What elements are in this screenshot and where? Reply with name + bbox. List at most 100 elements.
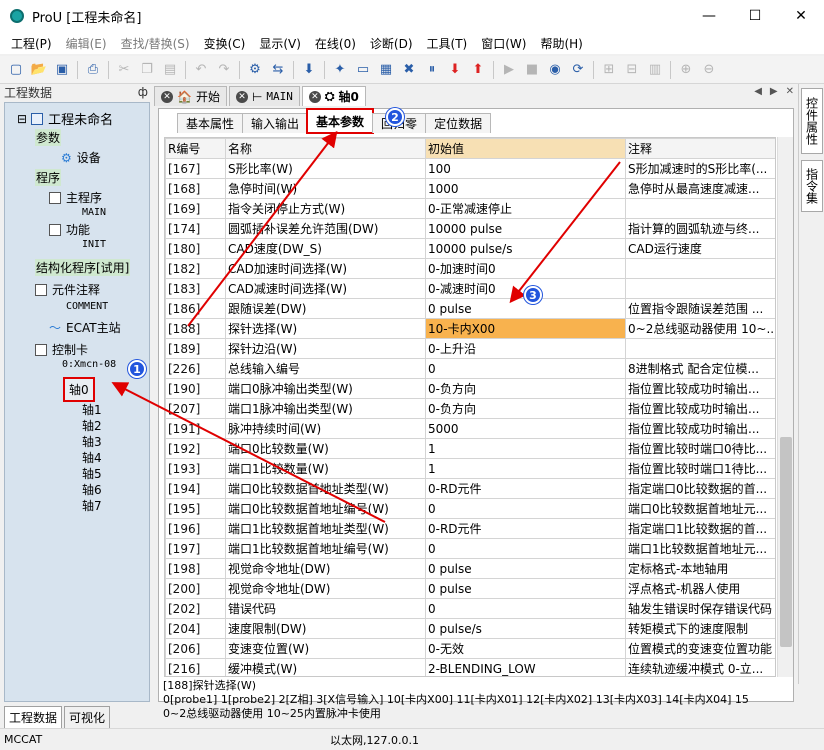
tree-node-function[interactable]: 功能 — [49, 221, 91, 238]
write-plc-icon[interactable]: ⬇ — [445, 60, 465, 80]
table-row[interactable]: [195] 端口0比较数据首地址编号(W) 0 端口0比较数据首地址元... — [165, 498, 775, 519]
tree-node-comments[interactable]: 元件注释 — [35, 281, 101, 298]
menu-diagnose[interactable]: 诊断(D) — [363, 35, 420, 52]
menu-view[interactable]: 显示(V) — [252, 35, 308, 52]
table-row[interactable]: [200] 视觉命令地址(DW) 0 pulse 浮点格式-机器人使用 — [165, 578, 775, 599]
redo-icon[interactable]: ↷ — [214, 60, 234, 80]
doc-tab-start[interactable]: ✕ 🏠 开始 — [154, 86, 227, 106]
tree-node-xmcn[interactable]: 0:Xmcn-08 — [61, 359, 117, 370]
menu-project[interactable]: 工程(P) — [4, 35, 59, 52]
column-header[interactable]: 注释 — [625, 138, 775, 159]
download-icon[interactable]: ⬇ — [299, 60, 319, 80]
tab-project-data[interactable]: 工程数据 — [4, 706, 63, 729]
stop-icon[interactable]: ■ — [522, 60, 542, 80]
ladder-edit-icon[interactable]: ⊟ — [622, 60, 642, 80]
tree-node-main-program[interactable]: 主程序 — [49, 189, 103, 206]
table-row[interactable]: [182] CAD加速时间选择(W) 0-加速时间0 — [165, 258, 775, 279]
scroll-left-icon[interactable]: ◀ — [754, 86, 762, 97]
cell-initial-value[interactable]: 10000 pulse — [425, 218, 626, 239]
menu-help[interactable]: 帮助(H) — [533, 35, 589, 52]
column-header[interactable]: R编号 — [165, 138, 226, 159]
close-button[interactable]: ✕ — [778, 0, 824, 32]
collapse-icon[interactable]: ⊟ — [17, 112, 27, 126]
cell-initial-value[interactable]: 0-RD元件 — [425, 518, 626, 539]
tree-node-params[interactable]: 参数 — [35, 129, 62, 146]
table-row[interactable]: [192] 端口0比较数量(W) 1 指位置比较时端口0待比... — [165, 438, 775, 459]
table-row[interactable]: [204] 速度限制(DW) 0 pulse/s 转矩模式下的速度限制 — [165, 618, 775, 639]
table-row[interactable]: [168] 急停时间(W) 1000 急停时从最高速度减速... — [165, 178, 775, 199]
tree-node-ecat[interactable]: 〜 ECAT主站 — [49, 319, 122, 336]
doc-tab-axis0[interactable]: ✕ ⛭ 轴0 — [301, 86, 366, 106]
table-row[interactable]: [190] 端口0脉冲输出类型(W) 0-负方向 指位置比较成功时输出... — [165, 378, 775, 399]
cell-initial-value[interactable]: 0 — [425, 598, 626, 619]
cell-initial-value[interactable]: 1 — [425, 438, 626, 459]
cell-initial-value[interactable]: 10-卡内X00 — [425, 318, 626, 339]
read-plc-icon[interactable]: ⬆ — [468, 60, 488, 80]
table-row[interactable]: [206] 变速变位置(W) 0-无效 位置模式的变速变位置功能 — [165, 638, 775, 659]
new-file-icon[interactable]: ▢ — [6, 60, 26, 80]
cell-initial-value[interactable]: 0 — [425, 538, 626, 559]
close-icon[interactable]: ✕ — [308, 90, 321, 103]
open-folder-icon[interactable]: 📂 — [29, 60, 49, 80]
ladder-icon[interactable]: ⊞ — [599, 60, 619, 80]
close-icon[interactable]: ✕ — [235, 90, 248, 103]
vertical-scrollbar[interactable] — [777, 137, 793, 677]
table-row[interactable]: [186] 跟随误差(DW) 0 pulse 位置指令跟随误差范围 ... — [165, 298, 775, 319]
table-row[interactable]: [202] 错误代码 0 轴发生错误时保存错误代码 — [165, 598, 775, 619]
tool-icon[interactable]: ✖ — [399, 60, 419, 80]
monitor-icon[interactable]: ◉ — [545, 60, 565, 80]
tree-node-axis6[interactable]: 轴6 — [81, 481, 103, 498]
cell-initial-value[interactable]: 0 pulse — [425, 298, 626, 319]
maximize-button[interactable]: ☐ — [732, 0, 778, 32]
convert-icon[interactable]: ⇆ — [268, 60, 288, 80]
menu-online[interactable]: 在线(0) — [308, 35, 363, 52]
menu-find-replace[interactable]: 查找/替换(S) — [114, 35, 197, 52]
tree-node-axis3[interactable]: 轴3 — [81, 433, 103, 450]
device-icon[interactable]: ⚙ — [245, 60, 265, 80]
pin-icon[interactable]: ф — [138, 85, 148, 99]
window-icon[interactable]: ▭ — [353, 60, 373, 80]
cell-initial-value[interactable]: 0-无效 — [425, 638, 626, 659]
table-row[interactable]: [188] 探针选择(W) 10-卡内X00 0~2总线驱动器使用 10~... — [165, 318, 775, 339]
run-icon[interactable]: ▶ — [499, 60, 519, 80]
cell-initial-value[interactable]: 0 pulse/s — [425, 618, 626, 639]
tab-basic-properties[interactable]: 基本属性 — [177, 113, 244, 133]
cell-initial-value[interactable]: 1 — [425, 458, 626, 479]
table-row[interactable]: [169] 指令关闭停止方式(W) 0-正常减速停止 — [165, 198, 775, 219]
scrollbar-thumb[interactable] — [780, 437, 792, 647]
zoom-in-icon[interactable]: ⊕ — [676, 60, 696, 80]
cell-initial-value[interactable]: 0-上升沿 — [425, 338, 626, 359]
menu-transform[interactable]: 变换(C) — [197, 35, 253, 52]
table-row[interactable]: [191] 脉冲持续时间(W) 5000 指位置比较成功时输出... — [165, 418, 775, 439]
tree-node-device[interactable]: ⚙ 设备 — [61, 149, 102, 166]
undo-icon[interactable]: ↶ — [191, 60, 211, 80]
menu-edit[interactable]: 编辑(E) — [59, 35, 114, 52]
tab-instruction-set[interactable]: 指令集 — [801, 160, 823, 212]
pause-icon[interactable]: ⏸ — [422, 60, 442, 80]
cell-initial-value[interactable]: 0-正常减速停止 — [425, 198, 626, 219]
table-row[interactable]: [194] 端口0比较数据首地址类型(W) 0-RD元件 指定端口0比较数据的首... — [165, 478, 775, 499]
cell-initial-value[interactable]: 0 pulse — [425, 558, 626, 579]
table-row[interactable]: [207] 端口1脉冲输出类型(W) 0-负方向 指位置比较成功时输出... — [165, 398, 775, 419]
menu-tools[interactable]: 工具(T) — [420, 35, 475, 52]
tree-node-axis2[interactable]: 轴2 — [81, 417, 103, 434]
print-icon[interactable]: ⎙ — [83, 60, 103, 80]
scroll-right-icon[interactable]: ▶ — [770, 86, 778, 97]
cell-initial-value[interactable]: 0-负方向 — [425, 398, 626, 419]
cell-initial-value[interactable]: 1000 — [425, 178, 626, 199]
tab-positioning-data[interactable]: 定位数据 — [425, 113, 492, 133]
column-header[interactable]: 初始值 — [425, 138, 626, 159]
table-row[interactable]: [174] 圆弧插补误差允许范围(DW) 10000 pulse 指计算的圆弧轨迹与终… — [165, 218, 775, 239]
tree-node-axis5[interactable]: 轴5 — [81, 465, 103, 482]
close-icon[interactable]: ✕ — [161, 90, 173, 103]
tab-visualization[interactable]: 可视化 — [64, 706, 111, 729]
table-row[interactable]: [189] 探针边沿(W) 0-上升沿 — [165, 338, 775, 359]
table-row[interactable]: [216] 缓冲模式(W) 2-BLENDING_LOW 连续轨迹缓冲模式 0-立..… — [165, 658, 775, 676]
grid-icon[interactable]: ▦ — [376, 60, 396, 80]
cell-initial-value[interactable]: 0-RD元件 — [425, 478, 626, 499]
cell-initial-value[interactable]: 10000 pulse/s — [425, 238, 626, 259]
tree-node-init[interactable]: INIT — [81, 239, 107, 250]
tab-io[interactable]: 输入输出 — [242, 113, 309, 133]
table-row[interactable]: [197] 端口1比较数据首地址编号(W) 0 端口1比较数据首地址元... — [165, 538, 775, 559]
tree-node-axis7[interactable]: 轴7 — [81, 497, 103, 514]
